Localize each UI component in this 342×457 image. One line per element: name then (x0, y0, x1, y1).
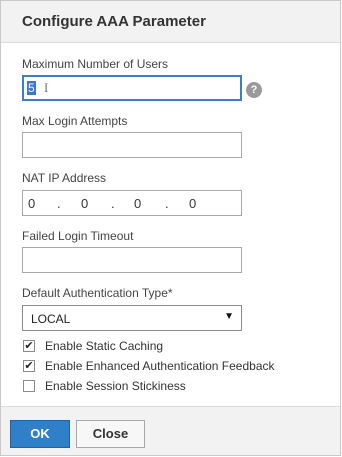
default-auth-type-value: LOCAL (31, 312, 71, 326)
ip-dot: . (111, 196, 115, 211)
session-stickiness-label: Enable Session Stickiness (45, 379, 186, 393)
nat-ip-octet-1[interactable]: 0 (28, 196, 35, 211)
nat-ip-label: NAT IP Address (22, 171, 107, 185)
max-users-value: 5 (27, 81, 36, 95)
configure-aaa-dialog: Configure AAA Parameter Maximum Number o… (0, 0, 341, 456)
failed-login-timeout-label: Failed Login Timeout (22, 229, 134, 243)
max-login-attempts-label: Max Login Attempts (22, 114, 128, 128)
failed-login-timeout-input[interactable] (22, 247, 242, 273)
max-login-attempts-input[interactable] (22, 132, 242, 158)
close-button[interactable]: Close (76, 420, 145, 448)
default-auth-type-select[interactable]: LOCAL ▼ (22, 305, 242, 331)
ok-button[interactable]: OK (10, 420, 70, 448)
dialog-footer: OK Close (1, 406, 340, 455)
ip-dot: . (57, 196, 61, 211)
nat-ip-octet-3[interactable]: 0 (134, 196, 141, 211)
enhanced-auth-feedback-label: Enable Enhanced Authentication Feedback (45, 359, 275, 373)
static-caching-label: Enable Static Caching (45, 339, 164, 353)
session-stickiness-checkbox[interactable] (23, 380, 35, 392)
enhanced-auth-feedback-checkbox[interactable]: ✔ (23, 360, 35, 372)
max-users-input[interactable]: 5 I (22, 75, 242, 101)
static-caching-checkbox[interactable]: ✔ (23, 340, 35, 352)
dropdown-arrow-icon: ▼ (224, 311, 234, 322)
dialog-header: Configure AAA Parameter (1, 1, 340, 43)
nat-ip-field: 0 . 0 . 0 . 0 (22, 190, 242, 216)
help-icon[interactable]: ? (246, 82, 262, 98)
default-auth-type-label: Default Authentication Type* (22, 286, 173, 300)
max-users-label: Maximum Number of Users (22, 57, 169, 71)
nat-ip-octet-4[interactable]: 0 (189, 196, 196, 211)
text-cursor-icon: I (44, 80, 49, 95)
dialog-title: Configure AAA Parameter (22, 13, 206, 30)
nat-ip-octet-2[interactable]: 0 (81, 196, 88, 211)
ip-dot: . (165, 196, 169, 211)
